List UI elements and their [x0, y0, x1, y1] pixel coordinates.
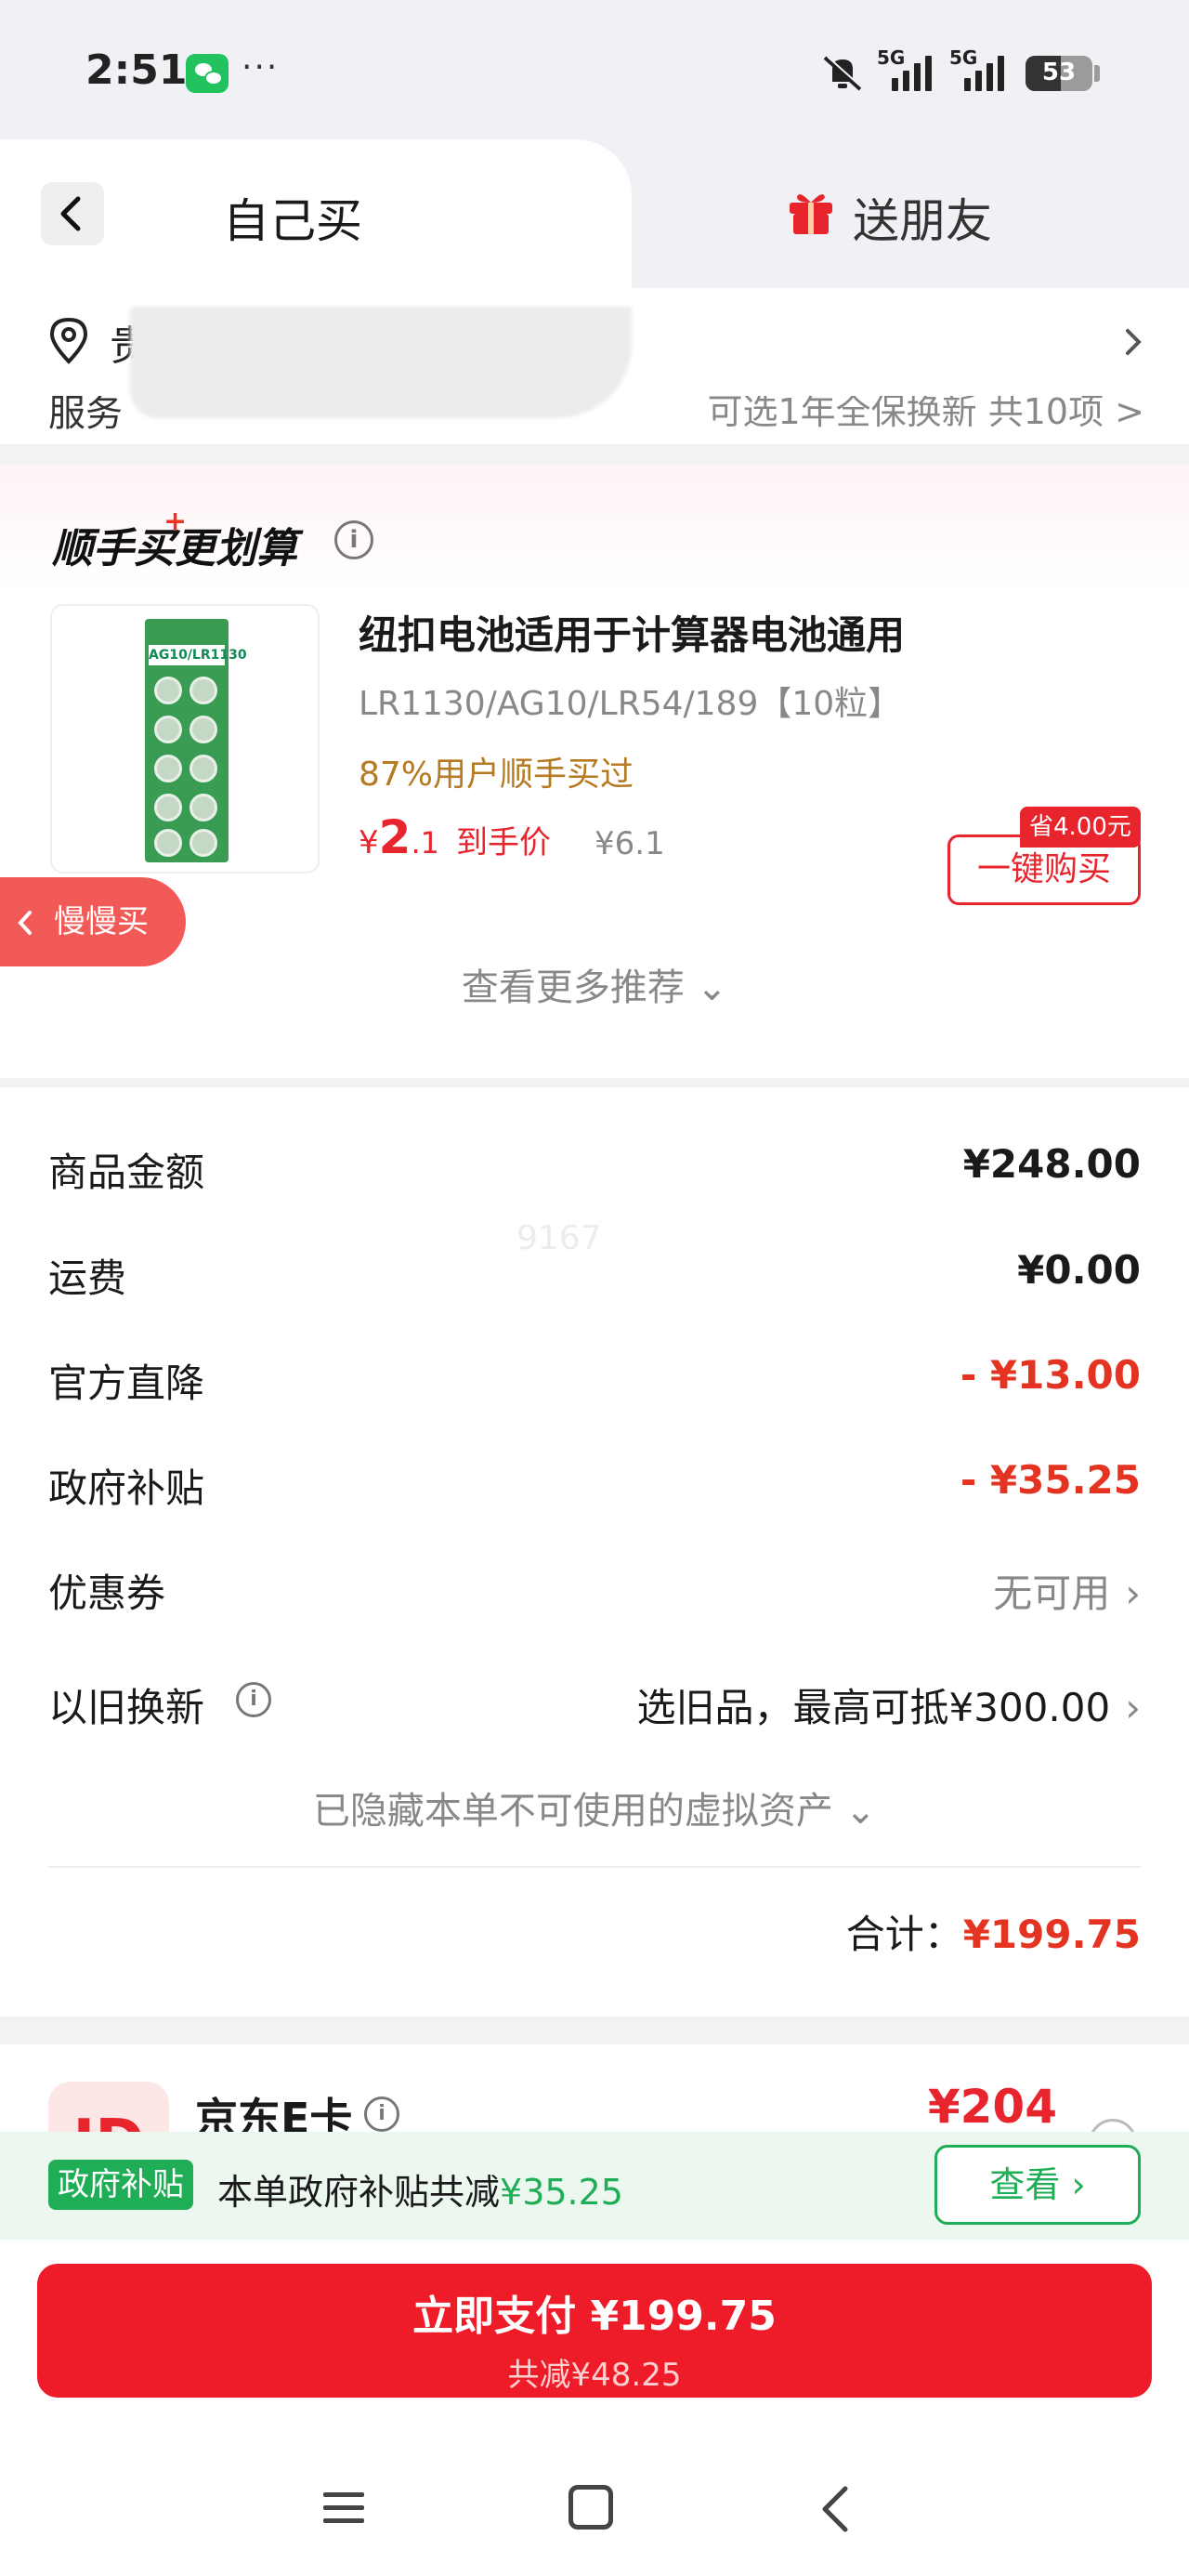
menu-icon[interactable]: [321, 2489, 366, 2526]
cell-image: [154, 794, 182, 821]
status-bar: 2:51 ··· 5G 5G 53: [0, 0, 1189, 139]
pack-label: AG10/LR1130: [149, 645, 247, 665]
row-shipping: 运费 ¥0.00: [48, 1240, 1141, 1305]
cell-image: [154, 829, 182, 857]
back-button[interactable]: [41, 182, 104, 245]
chevron-right-icon: ›: [1125, 1685, 1141, 1730]
battery-pack-image: AG10/LR1130: [145, 619, 247, 862]
product-image[interactable]: AG10/LR1130: [50, 604, 320, 874]
price-currency: ¥: [359, 824, 379, 861]
more-recommendations-link[interactable]: 查看更多推荐 ⌄: [0, 957, 1189, 1011]
subsidy-bar: 政府补贴 本单政府补贴共减¥35.25 查看 ›: [0, 2132, 1189, 2240]
cell-image: [189, 794, 217, 821]
subsidy-tag: 政府补贴: [48, 2160, 193, 2210]
original-price: ¥6.1: [594, 825, 665, 862]
total-value: ¥199.75: [962, 1912, 1141, 1957]
chevron-left-icon: [60, 196, 81, 231]
row-value-wrap: 选旧品，最高可抵¥300.00 ›: [637, 1676, 1141, 1733]
row-value: 无可用: [993, 1571, 1111, 1616]
price-int: 2: [378, 810, 412, 864]
product-spec: LR1130/AG10/LR54/189【10粒】: [359, 685, 902, 723]
price-tag: 到手价: [455, 824, 551, 861]
row-label: 官方直降: [48, 1360, 205, 1406]
service-value: 可选1年全保换新 共10项 >: [707, 396, 1144, 432]
chevron-right-icon: [1126, 329, 1142, 355]
gift-icon: [790, 194, 832, 234]
view-subsidy-button[interactable]: 查看 ›: [934, 2145, 1141, 2225]
battery-icon: 53: [1026, 56, 1092, 91]
total-label: 合计：: [845, 1912, 963, 1957]
cell-image: [154, 677, 182, 704]
row-label-wrap: 以旧换新: [48, 1676, 204, 1733]
tab-self-buy[interactable]: 自己买: [0, 139, 632, 288]
order-summary: 9167 商品金额 ¥248.00 运费 ¥0.00 官方直降 - ¥13.00…: [0, 1087, 1189, 2017]
redaction-smear: [130, 307, 632, 418]
subsidy-text: 本单政府补贴共减¥35.25: [217, 2163, 623, 2215]
chevron-right-icon: ›: [1125, 1571, 1141, 1616]
row-value: ¥248.00: [962, 1141, 1141, 1187]
tab-self-label: 自己买: [223, 194, 362, 248]
row-value: ¥0.00: [1017, 1247, 1141, 1293]
cell-image: [189, 716, 217, 743]
slow-buy-label: 慢慢买: [54, 903, 149, 940]
row-trade-in[interactable]: 以旧换新 i 选旧品，最高可抵¥300.00 ›: [48, 1669, 1141, 1734]
product-price: ¥2.1 到手价: [359, 810, 551, 864]
recommend-card: 顺手买更划算 + i AG10/LR1130 纽扣电池适用于计算器电池通用 LR…: [0, 465, 1189, 1078]
chevron-left-icon: [18, 911, 32, 935]
info-icon[interactable]: i: [334, 520, 373, 559]
row-label: 以旧换新: [48, 1685, 205, 1730]
battery-cap: [1094, 65, 1100, 82]
pay-sub-label: 共减¥48.25: [507, 2357, 682, 2394]
total: 合计：¥199.75: [846, 1903, 1141, 1960]
tab-give-friend[interactable]: 送朋友: [853, 184, 992, 251]
system-nav-bar: [0, 2438, 1189, 2576]
signal-icon-2: [964, 52, 1004, 91]
plus-mark-icon: +: [163, 506, 188, 538]
status-time: 2:51: [85, 46, 188, 94]
row-label: 优惠券: [48, 1571, 166, 1616]
header: 自己买 送朋友: [0, 139, 1189, 288]
ecard-price: ¥204: [927, 2080, 1057, 2134]
subsidy-amount: ¥35.25: [500, 2172, 623, 2213]
users-bought-text: 87%用户顺手买过: [359, 756, 634, 794]
save-badge: 省4.00元: [1020, 807, 1141, 848]
info-icon[interactable]: i: [364, 2096, 399, 2132]
pay-area: 立即支付 ¥199.75 共减¥48.25: [0, 2240, 1189, 2576]
row-official-discount: 官方直降 - ¥13.00: [48, 1345, 1141, 1410]
info-icon[interactable]: i: [236, 1682, 271, 1717]
pay-main-label: 立即支付 ¥199.75: [412, 2293, 777, 2340]
divider: [48, 1866, 1141, 1868]
row-label: 政府补贴: [48, 1465, 205, 1511]
pay-now-button[interactable]: 立即支付 ¥199.75 共减¥48.25: [37, 2264, 1152, 2398]
row-label: 运费: [48, 1255, 127, 1301]
row-coupon[interactable]: 优惠券 无可用 ›: [48, 1555, 1141, 1620]
product-name[interactable]: 纽扣电池适用于计算器电池通用: [359, 604, 905, 661]
cell-image: [154, 716, 182, 743]
row-label: 商品金额: [48, 1150, 205, 1195]
service-label: 服务: [48, 396, 123, 435]
location-pin-icon: [49, 317, 88, 364]
row-value: - ¥35.25: [960, 1457, 1141, 1503]
wechat-icon: [186, 54, 229, 93]
row-value: - ¥13.00: [960, 1352, 1141, 1398]
row-value-wrap: 无可用 ›: [993, 1562, 1141, 1619]
row-gov-subsidy: 政府补贴 - ¥35.25: [48, 1450, 1141, 1515]
hidden-assets-link[interactable]: 已隐藏本单不可使用的虚拟资产 ⌄: [0, 1781, 1189, 1834]
signal-icon-1: [892, 52, 932, 91]
row-value: 选旧品，最高可抵¥300.00: [636, 1685, 1111, 1730]
cell-image: [154, 755, 182, 782]
mute-icon: [823, 56, 864, 91]
cell-image: [189, 829, 217, 857]
more-notifications-icon: ···: [242, 48, 280, 86]
price-dec: .1: [411, 825, 439, 861]
battery-level: 53: [1041, 59, 1077, 86]
slow-buy-float-button[interactable]: 慢慢买: [0, 877, 186, 966]
cell-image: [189, 755, 217, 782]
subsidy-desc: 本单政府补贴共减: [217, 2172, 501, 2213]
cell-image: [189, 677, 217, 704]
row-goods-amount: 商品金额 ¥248.00: [48, 1134, 1141, 1199]
back-icon[interactable]: [817, 2483, 855, 2535]
home-icon[interactable]: [568, 2485, 613, 2530]
